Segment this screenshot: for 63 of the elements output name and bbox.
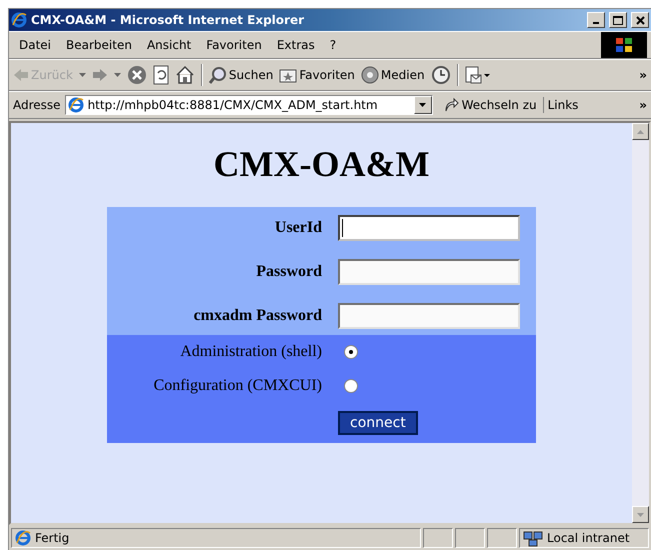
refresh-icon <box>152 65 169 85</box>
caret-icon[interactable] <box>78 73 86 77</box>
maximize-icon <box>613 16 623 24</box>
page-heading: CMX-OA&M <box>214 143 430 185</box>
zone-text: Local intranet <box>547 531 630 545</box>
field-label: cmxadm Password <box>192 307 322 325</box>
media-button[interactable]: Medien <box>360 66 425 84</box>
connect-button[interactable]: connect <box>338 411 418 435</box>
field-label: Password <box>255 263 322 281</box>
scroll-down-button[interactable] <box>632 506 649 523</box>
close-button[interactable] <box>631 12 649 28</box>
status-text: Fertig <box>35 531 70 545</box>
curved-arrow-icon <box>442 97 459 113</box>
favorites-button[interactable]: Favoriten <box>279 67 355 83</box>
close-icon <box>636 16 644 24</box>
home-icon <box>174 65 195 85</box>
radio-button[interactable] <box>344 379 358 393</box>
mail-icon <box>464 65 491 85</box>
menu-item[interactable]: Ansicht <box>140 38 200 52</box>
links-button[interactable]: Links <box>548 98 578 112</box>
search-icon <box>208 66 227 84</box>
ie-page-icon <box>68 97 84 113</box>
input-field[interactable] <box>338 303 520 329</box>
menu-item[interactable]: Bearbeiten <box>60 38 141 52</box>
menu-item[interactable]: Extras <box>270 38 324 52</box>
stop-button[interactable] <box>126 65 147 85</box>
up-arrow-icon <box>637 130 644 134</box>
field-label: UserId <box>274 219 322 237</box>
back-arrow-icon <box>13 68 29 82</box>
refresh-button[interactable] <box>152 65 169 85</box>
mail-button[interactable] <box>464 65 491 85</box>
home-button[interactable] <box>174 65 195 85</box>
address-field[interactable]: http://mhpb04tc:8881/CMX/CMX_ADM_start.htm <box>64 95 433 115</box>
forward-arrow-icon <box>92 68 108 82</box>
scroll-up-button[interactable] <box>632 123 649 140</box>
window-title: CMX-OA&M - Microsoft Internet Explorer <box>31 13 306 27</box>
more-button[interactable]: » <box>639 98 647 112</box>
input-field[interactable] <box>338 215 520 241</box>
option-label: Configuration (CMXCUI) <box>152 377 322 395</box>
input-field[interactable] <box>338 259 520 285</box>
more-button[interactable]: » <box>639 68 647 82</box>
go-button[interactable]: Wechseln zu <box>436 97 544 113</box>
menu-item[interactable]: Datei <box>13 38 60 52</box>
menu-item[interactable]: ? <box>324 38 346 52</box>
stop-icon <box>126 65 147 85</box>
option-label: Administration (shell) <box>179 343 322 361</box>
address-label: Adresse <box>13 98 61 112</box>
history-button[interactable] <box>430 65 451 85</box>
menu-item[interactable]: Favoriten <box>200 38 271 52</box>
windows-logo-icon <box>601 32 647 58</box>
caret-icon[interactable] <box>114 73 121 77</box>
ie-page-icon <box>15 530 31 546</box>
caret-icon <box>419 103 426 107</box>
network-icon <box>523 529 543 547</box>
history-icon <box>430 65 451 85</box>
down-arrow-icon <box>637 512 644 516</box>
ie-icon <box>11 12 27 28</box>
dropdown-button[interactable] <box>414 96 432 114</box>
search-button[interactable]: Suchen <box>208 66 274 84</box>
minimize-button[interactable] <box>587 12 605 28</box>
maximize-button[interactable] <box>609 12 627 28</box>
radio-button[interactable] <box>344 345 358 359</box>
media-icon <box>360 66 379 84</box>
